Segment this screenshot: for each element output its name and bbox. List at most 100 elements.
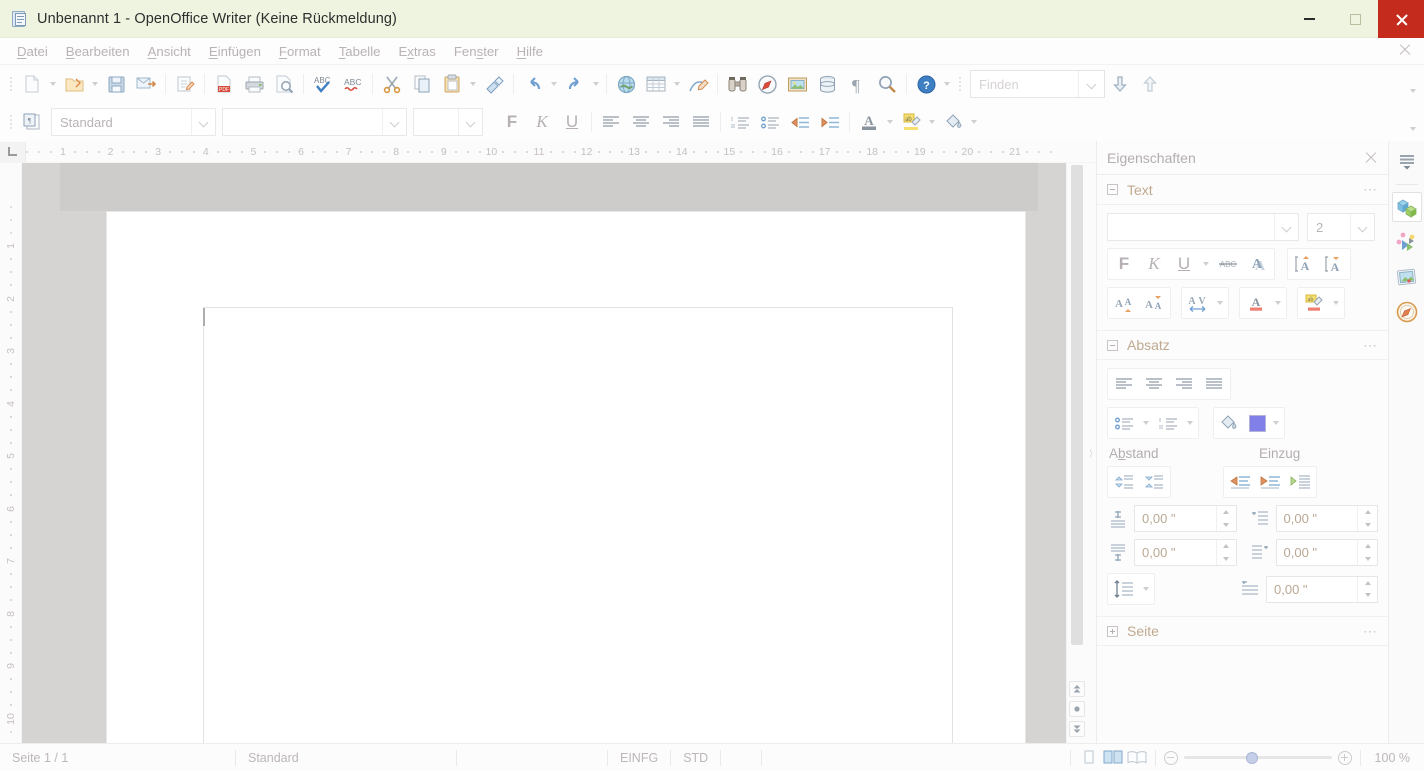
sidebar-hanging-indent-button[interactable] (1285, 468, 1315, 496)
clone-formatting-button[interactable] (479, 69, 509, 99)
sidebar-bold-button[interactable]: F (1109, 250, 1139, 278)
sidebar-align-center-button[interactable] (1139, 370, 1169, 398)
menu-format[interactable]: Format (270, 41, 330, 62)
bold-button[interactable]: F (497, 107, 527, 137)
status-language[interactable] (457, 744, 607, 771)
sidebar-font-size-dropdown[interactable] (1350, 214, 1374, 240)
menu-tabelle[interactable]: Tabelle (330, 41, 390, 62)
indent-before-text-field[interactable]: 0,00 " (1276, 505, 1379, 532)
vertical-scrollbar[interactable] (1066, 163, 1086, 743)
new-document-dropdown[interactable] (47, 69, 59, 99)
background-color-dropdown[interactable] (968, 107, 980, 137)
cut-button[interactable] (377, 69, 407, 99)
auto-spellcheck-button[interactable]: ABC (338, 69, 368, 99)
background-color-button[interactable] (938, 107, 968, 137)
navigation-button[interactable] (1069, 701, 1085, 717)
sidebar-subscript-button[interactable]: A (1319, 250, 1349, 278)
more-options-icon[interactable]: ⋯ (1363, 181, 1378, 198)
more-options-icon[interactable]: ⋯ (1363, 337, 1378, 354)
sidebar-decrease-font-size-button[interactable]: A A (1139, 289, 1169, 317)
sidebar-shadow-button[interactable]: A A (1243, 250, 1273, 278)
spacing-below-paragraph-field[interactable]: 0,00 " (1134, 539, 1237, 566)
menu-fenster[interactable]: Fenster (445, 41, 508, 62)
status-document-modified[interactable] (721, 744, 761, 771)
align-left-button[interactable] (596, 107, 626, 137)
find-next-button[interactable] (1105, 69, 1135, 99)
sidebar-character-spacing-button[interactable]: A V (1183, 289, 1213, 317)
edit-file-button[interactable] (170, 69, 200, 99)
sidebar-highlighting-button[interactable]: ab (1299, 289, 1329, 317)
indent-after-increment[interactable] (1358, 540, 1377, 553)
find-dropdown[interactable] (1078, 71, 1104, 97)
formatting-toolbar-grip[interactable] (7, 112, 14, 132)
first-line-indent-decrement[interactable] (1358, 589, 1377, 602)
open-document-button[interactable] (59, 69, 89, 99)
zoom-button[interactable] (872, 69, 902, 99)
paragraph-style-combo[interactable]: Standard (51, 108, 216, 136)
sidebar-tab-properties[interactable] (1392, 192, 1422, 222)
document-page[interactable] (106, 211, 1026, 743)
spelling-check-button[interactable]: ABC (308, 69, 338, 99)
sidebar-increase-indent-button[interactable] (1255, 468, 1285, 496)
sidebar-tab-gallery[interactable] (1392, 227, 1422, 257)
menu-hilfe[interactable]: Hilfe (508, 41, 552, 62)
align-center-button[interactable] (626, 107, 656, 137)
sidebar-increase-font-size-button[interactable]: A A (1109, 289, 1139, 317)
highlighting-dropdown[interactable] (926, 107, 938, 137)
sidebar-font-name-combo[interactable] (1107, 213, 1299, 241)
previous-page-button[interactable] (1069, 681, 1085, 697)
close-document-icon[interactable] (1398, 43, 1412, 57)
menu-bearbeiten[interactable]: Bearbeiten (57, 41, 139, 62)
sidebar-line-spacing-button[interactable] (1109, 575, 1139, 603)
apply-style-button[interactable]: ¶ (17, 107, 47, 137)
first-line-indent-increment[interactable] (1358, 577, 1377, 590)
standard-toolbar-overflow[interactable] (941, 69, 953, 99)
multi-page-view-button[interactable] (1102, 749, 1124, 767)
maximize-button[interactable] (1332, 0, 1378, 38)
show-draw-functions-button[interactable] (683, 69, 713, 99)
expand-expander-icon[interactable] (1107, 626, 1118, 637)
menu-extras[interactable]: Extras (389, 41, 444, 62)
highlighting-button[interactable]: ab (896, 107, 926, 137)
status-digital-signature[interactable] (762, 744, 802, 771)
font-size-combo[interactable] (413, 108, 483, 136)
send-email-button[interactable] (131, 69, 161, 99)
horizontal-ruler[interactable]: 123456789101112131415161718192021 (0, 141, 1096, 163)
indent-after-decrement[interactable] (1358, 553, 1377, 566)
data-sources-button[interactable] (812, 69, 842, 99)
status-selection-mode[interactable]: STD (671, 744, 720, 771)
sidebar-superscript-button[interactable]: A (1289, 250, 1319, 278)
zoom-out-icon[interactable] (1164, 751, 1178, 765)
zoom-slider-track[interactable] (1184, 756, 1332, 759)
sidebar-decrease-indent-button[interactable] (1225, 468, 1255, 496)
book-view-button[interactable] (1126, 749, 1148, 767)
align-right-button[interactable] (656, 107, 686, 137)
sidebar-increase-paragraph-spacing-button[interactable] (1109, 468, 1139, 496)
sidebar-strikethrough-button[interactable]: ABC (1213, 250, 1243, 278)
sidebar-paragraph-background-swatch[interactable] (1245, 409, 1269, 437)
status-zoom-value[interactable]: 100 % (1361, 744, 1424, 771)
sidebar-font-name-dropdown[interactable] (1274, 214, 1298, 240)
more-options-icon[interactable]: ⋯ (1363, 623, 1378, 640)
first-line-indent-field[interactable]: 0,00 " (1266, 576, 1378, 603)
font-name-combo[interactable] (222, 108, 407, 136)
sidebar-align-left-button[interactable] (1109, 370, 1139, 398)
find-and-replace-button[interactable] (722, 69, 752, 99)
sidebar-font-size-combo[interactable]: 2 (1307, 213, 1375, 241)
sidebar-decrease-paragraph-spacing-button[interactable] (1139, 468, 1169, 496)
find-toolbar-grip[interactable] (956, 74, 963, 94)
sidebar-paragraph-background-dropdown[interactable] (1269, 409, 1283, 437)
menu-ansicht[interactable]: Ansicht (139, 41, 200, 62)
sidebar-settings-button[interactable] (1392, 147, 1422, 177)
sidebar-align-justify-button[interactable] (1199, 370, 1229, 398)
font-color-button[interactable]: A (854, 107, 884, 137)
toolbar-grip[interactable] (7, 74, 14, 94)
zoom-slider[interactable] (1156, 751, 1360, 765)
indent-before-increment[interactable] (1358, 506, 1377, 519)
sidebar-tab-navigator[interactable] (1392, 297, 1422, 327)
paste-dropdown[interactable] (467, 69, 479, 99)
sidebar-font-color-button[interactable]: A (1241, 289, 1271, 317)
sidebar-line-spacing-dropdown[interactable] (1139, 575, 1153, 603)
tab-stop-left-icon[interactable] (0, 142, 26, 162)
menu-datei[interactable]: Datei (8, 41, 57, 62)
